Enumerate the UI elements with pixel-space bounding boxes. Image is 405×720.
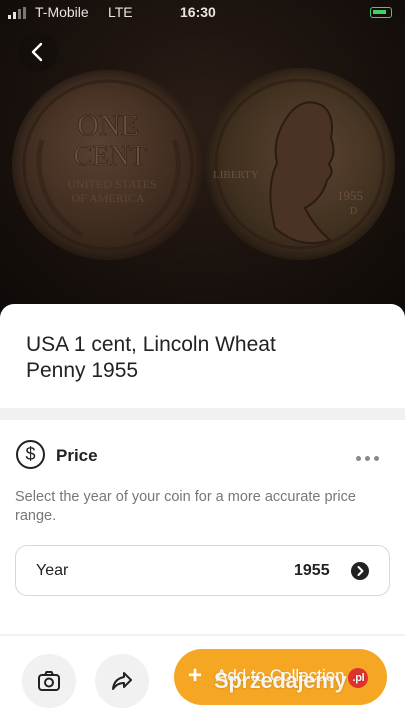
coin-reverse-image: ONE CENT UNITED STATES OF AMERICA (12, 70, 204, 260)
watermark: Sprzedajemy .pl (214, 668, 369, 694)
price-description: Select the year of your coin for a more … (15, 489, 356, 524)
year-label: Year (36, 562, 69, 579)
coin-title: USA 1 cent, Lincoln Wheat Penny 1955 (26, 333, 276, 382)
coin-obverse-image: LIBERTY 1955 D (205, 68, 395, 260)
coin-photo: ONE CENT UNITED STATES OF AMERICA LIBERT… (0, 0, 405, 312)
chevron-left-icon (31, 42, 43, 62)
carrier-label: T-Mobile (35, 4, 89, 20)
share-button[interactable] (95, 654, 149, 708)
network-label: LTE (108, 4, 133, 20)
more-dots-icon[interactable] (356, 448, 388, 461)
watermark-text: Sprzedajemy (214, 668, 347, 693)
chevron-right-circle-icon (351, 562, 369, 580)
coin-reverse-text-united-states: UNITED STATES (67, 177, 156, 191)
share-icon (112, 672, 132, 690)
camera-button[interactable] (22, 654, 76, 708)
coin-reverse-text-cent: CENT (73, 141, 146, 172)
dollar-circle-icon: $ (16, 440, 45, 469)
battery-icon (370, 7, 392, 18)
year-selector[interactable]: Year 1955 (15, 545, 390, 596)
price-heading: Price (56, 446, 98, 465)
coin-obverse-legend: LIBERTY (213, 169, 259, 181)
coin-reverse-text-one: ONE (77, 109, 139, 142)
section-divider (0, 408, 405, 420)
status-bar: T-Mobile LTE 16:30 (0, 0, 405, 26)
plus-icon: + (188, 662, 203, 689)
coin-obverse-mint: D (350, 206, 357, 217)
coin-obverse-year: 1955 (337, 188, 363, 203)
action-bar-divider (0, 634, 405, 636)
details-sheet: USA 1 cent, Lincoln Wheat Penny 1955 $ P… (0, 304, 405, 720)
watermark-suffix: .pl (348, 668, 369, 688)
coin-reverse-text-of-america: OF AMERICA (71, 191, 144, 205)
back-button[interactable] (18, 32, 58, 72)
camera-icon (38, 671, 60, 691)
year-value: 1955 (294, 562, 330, 579)
clock: 16:30 (180, 4, 216, 20)
signal-icon (8, 6, 28, 22)
